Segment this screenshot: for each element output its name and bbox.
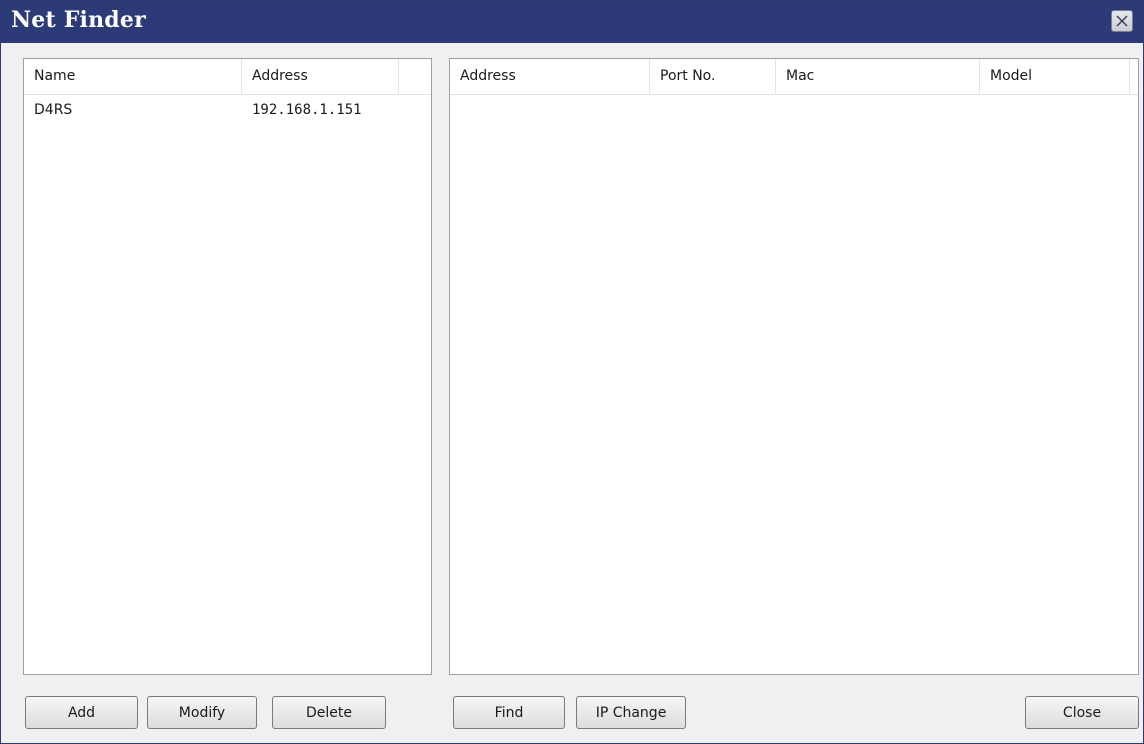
add-button[interactable]: Add xyxy=(25,696,138,729)
find-button[interactable]: Find xyxy=(453,696,565,729)
device-name: D4RS xyxy=(34,102,73,118)
column-header-name[interactable]: Name xyxy=(24,59,242,94)
device-address: 192.168.1.151 xyxy=(252,102,362,118)
found-devices-header: Address Port No. Mac Model xyxy=(450,59,1138,95)
column-header-address[interactable]: Address xyxy=(450,59,650,94)
column-header-mac[interactable]: Mac xyxy=(776,59,980,94)
modify-button[interactable]: Modify xyxy=(147,696,257,729)
close-x-glyph xyxy=(1116,15,1128,27)
ip-change-button[interactable]: IP Change xyxy=(576,696,686,729)
saved-devices-header: Name Address xyxy=(24,59,431,95)
title-bar: Net Finder xyxy=(1,1,1143,43)
column-header-model[interactable]: Model xyxy=(980,59,1130,94)
column-header-port[interactable]: Port No. xyxy=(650,59,776,94)
list-item[interactable]: D4RS 192.168.1.151 xyxy=(24,97,431,123)
column-header-address[interactable]: Address xyxy=(242,59,399,94)
column-header-blank xyxy=(399,59,431,94)
column-header-blank xyxy=(1130,59,1138,94)
net-finder-window: Net Finder Name Address D4RS 192.168.1.1… xyxy=(0,0,1144,744)
close-icon[interactable] xyxy=(1111,10,1133,32)
saved-devices-list[interactable]: Name Address D4RS 192.168.1.151 xyxy=(23,58,432,675)
window-title: Net Finder xyxy=(11,7,146,33)
close-button[interactable]: Close xyxy=(1025,696,1139,729)
found-devices-list[interactable]: Address Port No. Mac Model xyxy=(449,58,1139,675)
delete-button[interactable]: Delete xyxy=(272,696,386,729)
